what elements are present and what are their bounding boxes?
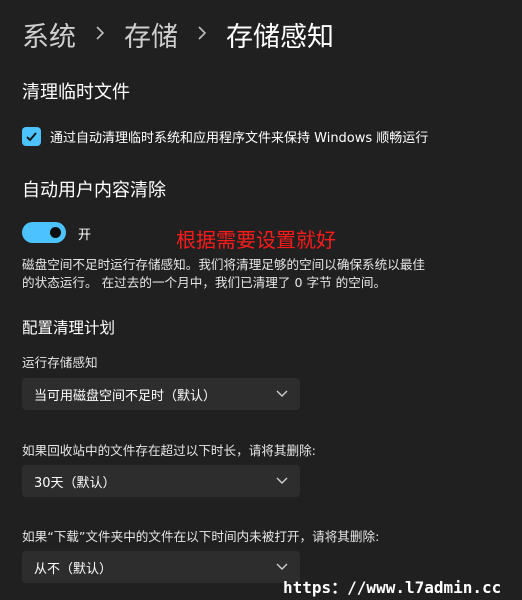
recycle-bin-value: 30天（默认） bbox=[34, 475, 116, 491]
chevron-down-icon bbox=[276, 475, 288, 487]
auto-cleanup-description: 磁盘空间不足时运行存储感知。我们将清理足够的空间以确保系统以最佳 的状态运行。 … bbox=[22, 256, 425, 292]
description-line-2: 的状态运行。 在过去的一个月中，我们已清理了 0 字节 的空间。 bbox=[22, 275, 387, 290]
breadcrumb-storage[interactable]: 存储 bbox=[124, 15, 178, 54]
breadcrumb-system[interactable]: 系统 bbox=[22, 15, 76, 54]
checkmark-icon bbox=[26, 132, 37, 142]
toggle-state-label: 开 bbox=[78, 228, 92, 243]
toggle-knob bbox=[50, 227, 61, 238]
recycle-bin-label: 如果回收站中的文件存在超过以下时长，请将其删除: bbox=[22, 443, 316, 458]
cleanup-temp-checkbox-label[interactable]: 通过自动清理临时系统和应用程序文件来保持 Windows 顺畅运行 bbox=[50, 127, 428, 146]
red-annotation-text: 根据需要设置就好 bbox=[176, 228, 336, 252]
section-title-schedule: 配置清理计划 bbox=[22, 319, 116, 337]
page-title: 存储感知 bbox=[226, 21, 334, 53]
auto-cleanup-toggle[interactable] bbox=[22, 222, 66, 243]
recycle-bin-dropdown[interactable]: 30天（默认） bbox=[22, 465, 300, 497]
section-title-auto-cleanup: 自动用户内容清除 bbox=[22, 180, 166, 201]
chevron-down-icon bbox=[276, 561, 288, 573]
chevron-right-icon bbox=[190, 22, 214, 46]
downloads-folder-value: 从不（默认） bbox=[34, 561, 113, 577]
description-line-1: 磁盘空间不足时运行存储感知。我们将清理足够的空间以确保系统以最佳 bbox=[22, 257, 425, 272]
downloads-folder-label: 如果“下载”文件夹中的文件在以下时间内未被打开，请将其删除: bbox=[22, 529, 380, 544]
breadcrumb: 系统 存储 存储感知 bbox=[22, 12, 334, 56]
run-storage-sense-dropdown[interactable]: 当可用磁盘空间不足时（默认） bbox=[22, 378, 300, 410]
run-storage-sense-label: 运行存储感知 bbox=[22, 355, 98, 370]
cleanup-temp-checkbox[interactable] bbox=[22, 127, 41, 146]
run-storage-sense-value: 当可用磁盘空间不足时（默认） bbox=[34, 388, 217, 404]
section-title-cleanup-temp: 清理临时文件 bbox=[22, 82, 130, 103]
chevron-right-icon bbox=[88, 22, 112, 46]
watermark-text: https：//www.l7admin.cc bbox=[283, 578, 502, 597]
chevron-down-icon bbox=[276, 388, 288, 400]
downloads-folder-dropdown[interactable]: 从不（默认） bbox=[22, 551, 300, 583]
